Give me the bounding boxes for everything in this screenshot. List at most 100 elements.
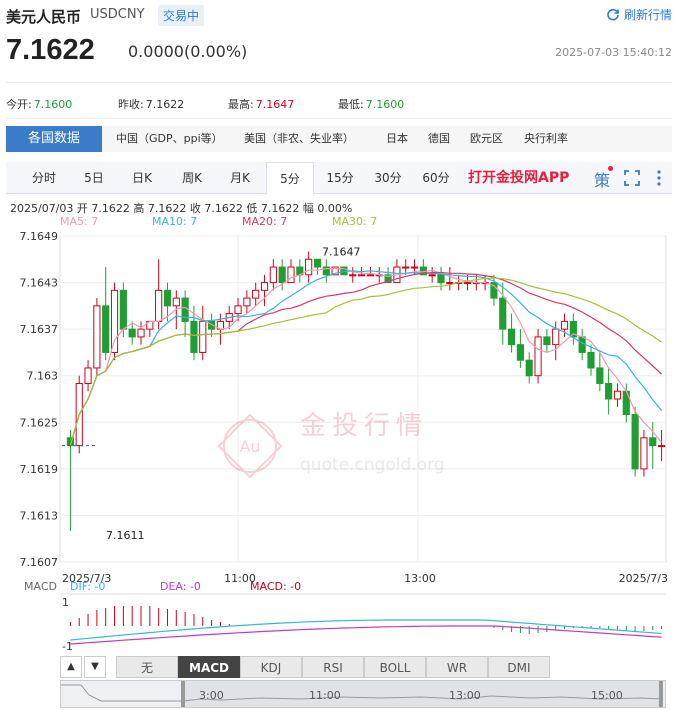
refresh-label: 刷新行情 [623,8,672,22]
category-central-bank-rate[interactable]: 央行利率 [524,126,568,152]
divider [6,118,672,119]
divider [6,82,672,83]
high-annotation: 7.1647 [322,246,361,259]
category-bar: 各国数据 中国（GDP、ppi等） 美国（非农、失业率） 日本 德国 欧元区 央… [6,126,672,152]
tab-60min[interactable]: 60分 [412,162,460,194]
x-tick-label: 2025/7/3 [619,572,668,585]
fullscreen-icon[interactable] [624,170,640,186]
y-tick-label: 7.1613 [20,509,59,522]
tab-5min[interactable]: 5分 [266,162,314,195]
watermark: Au 金投行情 quote.cngold.org [217,411,445,479]
candle [437,274,445,284]
indicator-tab-kdj[interactable]: KDJ [240,656,302,678]
candle [278,266,286,284]
candle [410,266,419,269]
macd-tick: 1 [62,596,69,609]
strategy-icon[interactable]: 策 [594,167,610,191]
candle [658,445,666,448]
indicator-tab-dmi[interactable]: DMI [488,656,550,678]
tab-weekly[interactable]: 周K [168,162,216,194]
candle [349,274,357,277]
indicator-tab-wr[interactable]: WR [426,656,488,678]
category-japan[interactable]: 日本 [386,126,408,152]
candle [596,367,604,384]
tab-monthly[interactable]: 月K [216,162,264,194]
stat-value: 7.1600 [365,98,405,111]
candle [93,305,101,369]
open-app-link[interactable]: 打开金投网APP [468,162,569,194]
tab-intraday[interactable]: 分时 [20,162,68,194]
candle [155,289,163,322]
time-navigator[interactable]: 3:00 11:00 13:00 15:00 [60,680,666,708]
nav-tick: 3:00 [199,689,224,702]
category-china[interactable]: 中国（GDP、ppi等） [116,126,223,152]
low-annotation: 7.1611 [106,529,145,542]
navigator-sparkline [61,681,664,707]
stat-label: 最低: [338,98,364,111]
notification-dot [608,166,613,171]
stat-value: 7.1600 [33,98,73,111]
stat-label: 最高: [228,98,254,111]
category-eurozone[interactable]: 欧元区 [470,126,503,152]
nav-tick: 15:00 [591,689,623,702]
plot-frame [59,235,667,563]
watermark-en: quote.cngold.org [300,455,445,475]
candle [234,305,242,315]
trading-status-badge: 交易中 [158,5,205,26]
stat-open: 今开: 7.1600 [6,96,72,112]
candle [102,305,110,353]
period-tabs: 分时 5日 日K 周K 月K 5分 15分 30分 60分 打开金投网APP 策 [6,162,672,195]
candle [446,282,454,285]
indicator-tab-none[interactable]: 无 [116,656,178,678]
tab-15min[interactable]: 15分 [316,162,364,194]
y-tick-label: 7.1607 [20,556,59,569]
candle [269,266,277,284]
macd-label: MACD: -0 [250,580,301,593]
quote-timestamp: 2025-07-03 15:40:12 [555,46,672,59]
x-tick-label: 13:00 [404,572,436,585]
stat-label: 今开: [6,98,32,111]
instrument-code: USDCNY [90,7,145,22]
quote-stats: 今开: 7.1600 昨收: 7.1622 最高: 7.1647 最低: 7.1600 [0,96,678,114]
stat-label: 昨收: [118,98,144,111]
candle [110,289,119,353]
category-active[interactable]: 各国数据 [6,126,102,152]
nav-tick: 11:00 [309,689,341,702]
tab-5day[interactable]: 5日 [70,162,118,194]
indicator-tab-rsi[interactable]: RSI [302,656,364,678]
candle [243,297,251,307]
candle [543,336,551,346]
stat-prev-close: 昨收: 7.1622 [118,96,184,112]
current-price: 7.1622 [6,34,95,66]
chart-grid [59,235,667,563]
candle [613,390,622,400]
indicator-tab-macd[interactable]: MACD [178,656,240,678]
candle [252,289,260,299]
tab-daily[interactable]: 日K [118,162,166,194]
candle [137,328,145,338]
candle [128,328,136,338]
dea-line [70,625,662,645]
candle [358,274,366,277]
candle [172,297,180,307]
candle [649,437,657,447]
x-axis: 2025/7/3 11:00 13:00 2025/7/3 [62,572,668,585]
candle [631,414,639,470]
candle [199,320,207,353]
refresh-button[interactable]: 刷新行情 [606,6,672,23]
candle [525,359,533,377]
candle [587,351,595,369]
refresh-icon [607,8,619,20]
bar-info: 2025/07/03 开 7.1622 高 7.1622 收 7.1622 低 … [10,202,353,215]
price-change: 0.0000(0.00%) [128,42,248,61]
category-germany[interactable]: 德国 [428,126,450,152]
candle [508,328,516,346]
tab-30min[interactable]: 30分 [364,162,412,194]
more-icon[interactable] [656,169,662,187]
candle [402,266,410,269]
candle [499,297,507,330]
category-us[interactable]: 美国（非农、失业率） [244,126,354,152]
indicator-tab-boll[interactable]: BOLL [364,656,426,678]
candle [463,282,472,285]
kline-chart[interactable]: Au 金投行情 quote.cngold.org 7.16497.16437.1… [0,226,678,654]
